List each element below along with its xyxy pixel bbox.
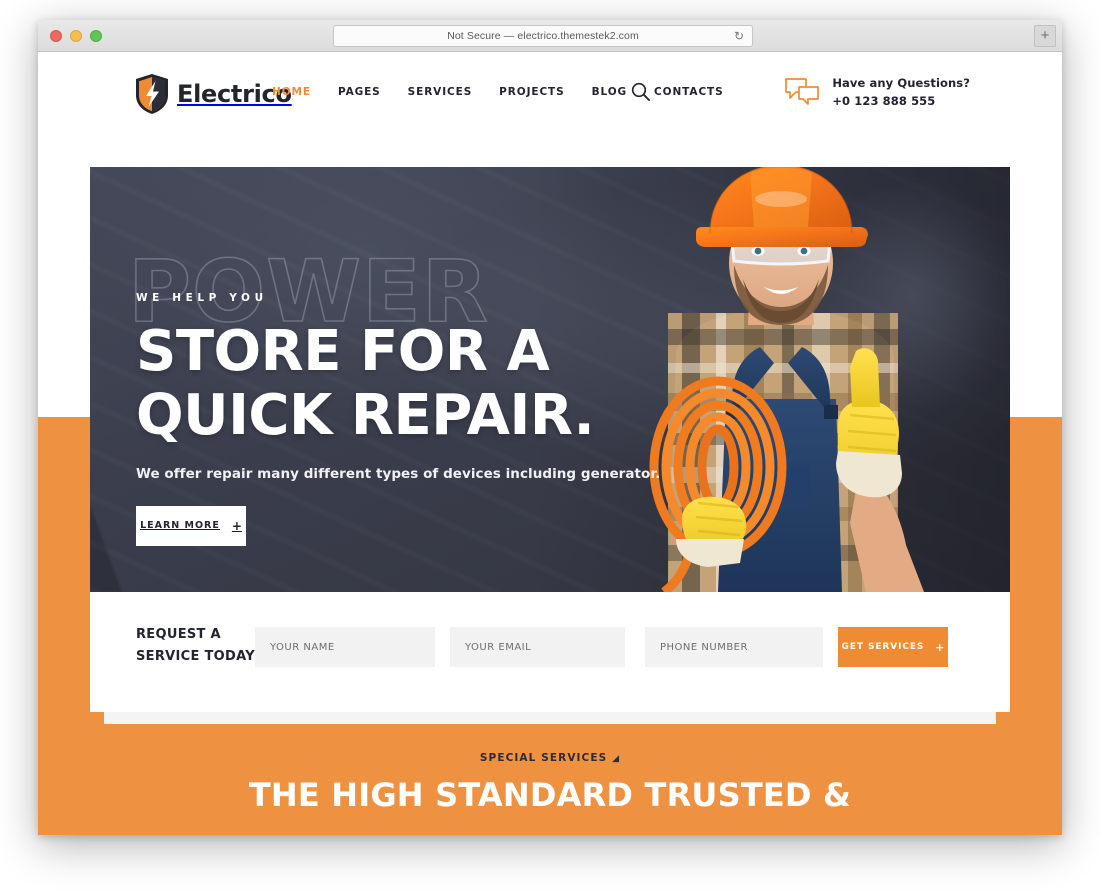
plus-icon: + [231,518,242,533]
learn-more-button[interactable]: LEARN MORE + [136,505,246,546]
form-title-line-1: REQUEST A [136,627,221,642]
special-services-section: SPECIAL SERVICES ◢ THE HIGH STANDARD TRU… [38,752,1062,814]
shield-bolt-icon [136,74,168,114]
your-name-input[interactable] [255,627,435,667]
chat-bubbles-icon [785,78,820,105]
your-email-input[interactable] [450,627,625,667]
nav-item-projects[interactable]: PROJECTS [499,86,564,98]
special-services-eyebrow: SPECIAL SERVICES ◢ [38,752,1062,764]
window-controls [50,30,102,42]
hero-title-line-2: QUICK REPAIR. [136,382,595,448]
learn-more-label: LEARN MORE [140,520,220,532]
site-header: Electrico HOME PAGES SERVICES PROJECTS B… [38,52,1062,135]
nav-item-contacts[interactable]: CONTACTS [654,86,724,98]
contact-text-block: Have any Questions? +0 123 888 555 [832,76,970,108]
contact-question: Have any Questions? [832,76,970,90]
plus-icon: + [935,640,945,654]
hero-title-line-1: STORE FOR A [136,319,550,384]
hero-subtitle: We offer repair many different types of … [136,465,661,482]
form-card-shadow [104,712,996,724]
hero-eyebrow: WE HELP YOU [136,292,268,304]
zoom-window-button[interactable] [90,30,102,42]
form-title-line-2: SERVICE TODAY [136,649,255,665]
hero-content: WE HELP YOU STORE FOR A QUICK REPAIR. We… [136,292,660,546]
special-services-eyebrow-text: SPECIAL SERVICES [479,752,608,764]
browser-window: Not Secure — electrico.themestek2.com ↻ … [38,20,1062,835]
nav-item-pages[interactable]: PAGES [338,86,381,98]
new-tab-button[interactable]: + [1034,25,1056,47]
close-window-button[interactable] [50,30,62,42]
page-viewport: Electrico HOME PAGES SERVICES PROJECTS B… [38,52,1062,835]
site-logo[interactable]: Electrico [134,73,292,115]
header-contact-block[interactable]: Have any Questions? +0 123 888 555 [784,76,970,108]
triangle-marker-icon: ◢ [612,754,621,764]
nav-item-blog[interactable]: BLOG [592,86,627,98]
contact-phone-number[interactable]: +0 123 888 555 [832,94,970,108]
request-service-form: REQUEST A SERVICE TODAY GET SERVICES + [90,592,1010,712]
hero-section: POWER WE HELP YOU STORE FOR A QUICK REPA… [90,167,1010,592]
phone-number-input[interactable] [645,627,823,667]
reload-icon[interactable]: ↻ [734,29,744,44]
main-navigation: HOME PAGES SERVICES PROJECTS BLOG CONTAC… [272,86,724,98]
nav-item-home[interactable]: HOME [272,86,311,98]
search-icon[interactable] [630,81,652,103]
nav-item-services[interactable]: SERVICES [408,86,473,98]
address-bar-text: Not Secure — electrico.themestek2.com [447,30,639,42]
special-services-heading: THE HIGH STANDARD TRUSTED & [248,776,852,814]
get-services-label: GET SERVICES [841,642,925,652]
browser-titlebar: Not Secure — electrico.themestek2.com ↻ … [38,20,1062,52]
minimize-window-button[interactable] [70,30,82,42]
form-title: REQUEST A SERVICE TODAY [136,624,255,668]
get-services-button[interactable]: GET SERVICES + [838,627,948,667]
address-bar[interactable]: Not Secure — electrico.themestek2.com ↻ [333,25,753,47]
